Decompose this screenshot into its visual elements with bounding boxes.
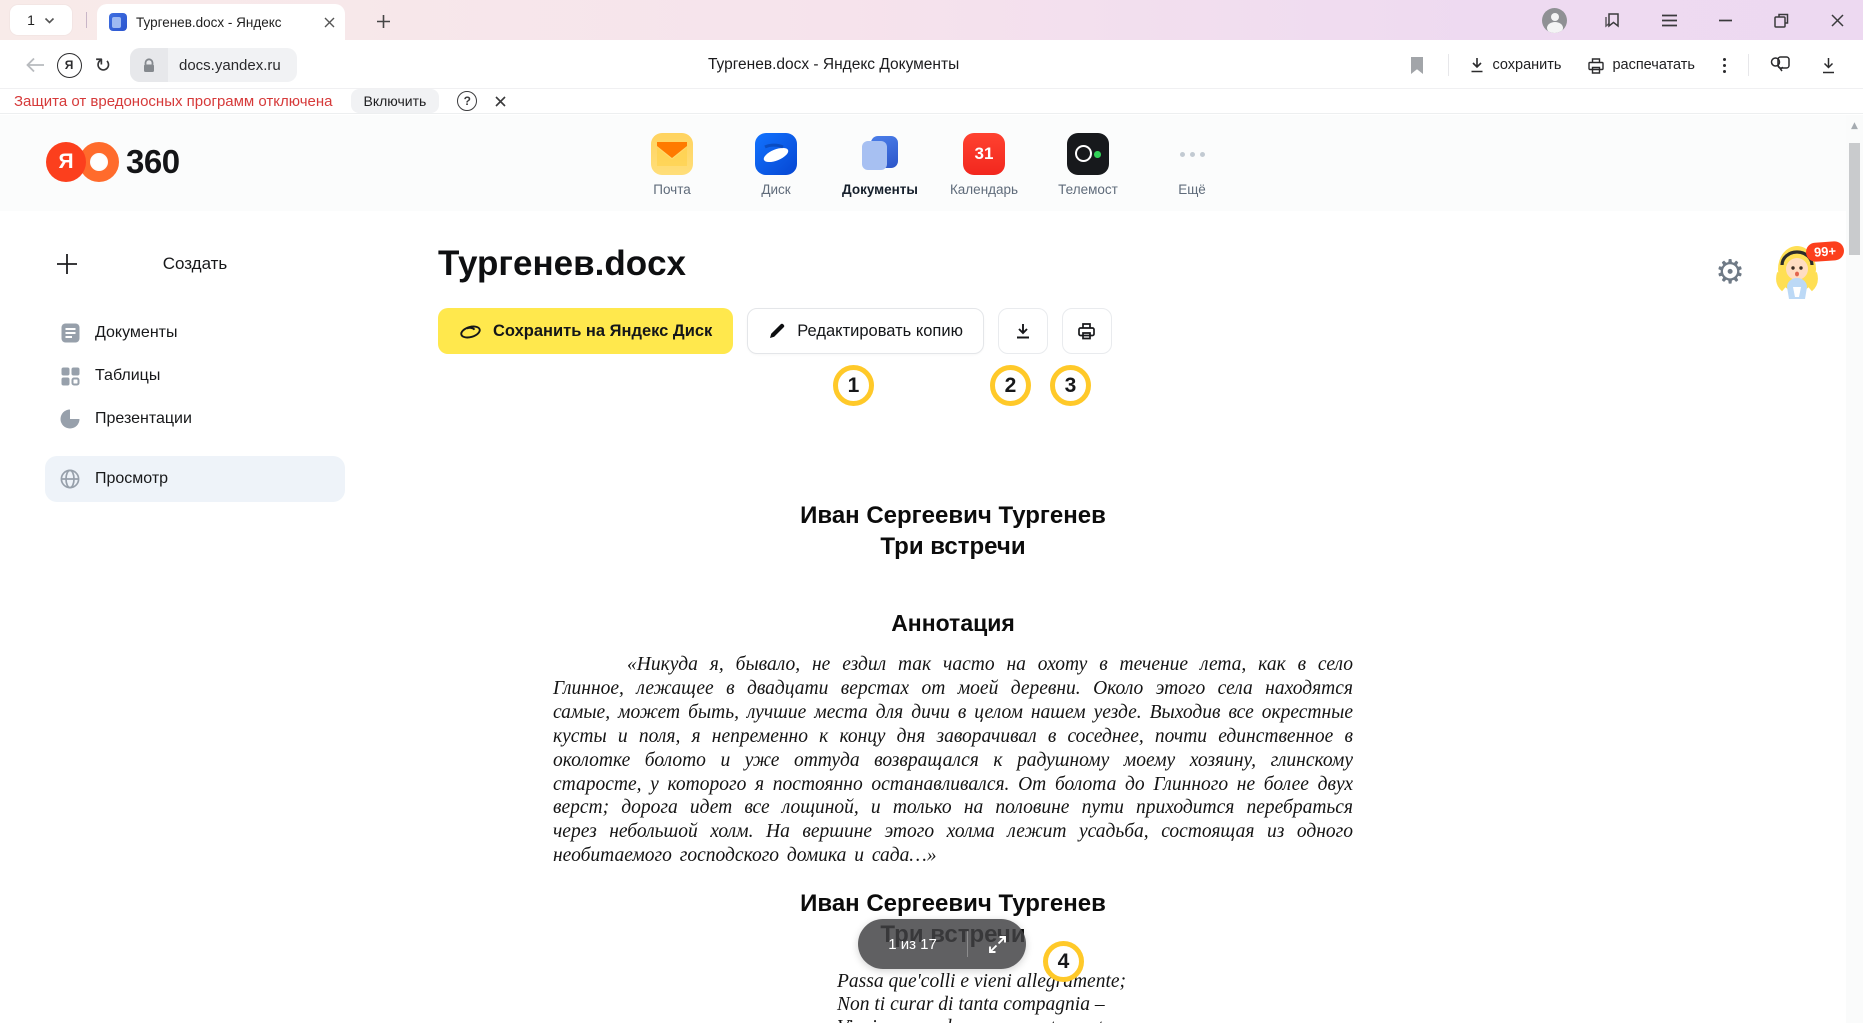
refresh-icon[interactable]: ↻ [86,48,120,82]
app-disk[interactable]: Диск [744,133,808,197]
yandex-browser-icon[interactable]: Я [52,48,86,82]
sidebar-item-presentations[interactable]: Презентации [45,399,345,439]
disk-saucer-icon [459,321,482,341]
app-calendar[interactable]: 31 Календарь [952,133,1016,197]
pencil-icon [768,322,786,340]
print-document-button[interactable] [1062,308,1112,354]
more-options-icon[interactable] [1715,54,1734,77]
divider [86,12,87,28]
tab-strip: 1 Тургенев.docx - Яндекс [0,0,1863,40]
yandex360-header: Я 360 Почта Диск Документы [0,115,1846,211]
back-icon[interactable] [18,48,52,82]
app-more[interactable]: Ещё [1160,133,1224,197]
disk-icon [755,133,797,175]
grid-icon [59,367,81,386]
calendar-icon: 31 [963,133,1005,175]
passwords-key-icon[interactable] [1763,48,1797,82]
document-actions: Сохранить на Яндекс Диск Редактировать к… [438,308,1112,354]
help-icon[interactable]: ? [457,91,477,111]
sidebar-item-view[interactable]: Просмотр [45,456,345,502]
document-file-title: Тургенев.docx [438,244,686,284]
close-window-button[interactable] [1827,10,1847,30]
save-page-button[interactable]: сохранить [1463,52,1567,78]
app-switcher: Почта Диск Документы 31 Календарь [640,133,1224,197]
browser-profile-avatar[interactable] [1542,8,1567,33]
scroll-up-icon[interactable]: ▲ [1846,121,1863,131]
menu-icon[interactable] [1659,10,1679,30]
page-indicator: 1 из 17 [858,919,1026,969]
settings-gear-icon[interactable]: ⚙ [1710,251,1750,291]
scrollbar-thumb[interactable] [1849,143,1860,255]
browser-tab[interactable]: Тургенев.docx - Яндекс [97,4,345,40]
sidebar: Создать Документы Таблицы [45,243,345,502]
annotation-paragraph: «Никуда я, бывало, не ездил так часто на… [553,653,1353,868]
enable-protection-button[interactable]: Включить [351,89,440,113]
side-panels-icon[interactable] [1603,10,1623,30]
annotation-heading: Аннотация [553,608,1353,638]
page-number: 1 из 17 [858,936,967,953]
app-mail[interactable]: Почта [640,133,704,197]
annotation-badge-1: 1 [833,365,874,406]
document-author-heading: Иван Сергеевич Тургенев [553,500,1353,531]
epigraph-line: Non ti curar di tanta compagnia – [837,993,1353,1016]
warning-text: Защита от вредоносных программ отключена [14,93,333,110]
minimize-button[interactable] [1715,10,1735,30]
downloads-icon[interactable] [1811,48,1845,82]
annotation-badge-3: 3 [1050,365,1091,406]
epigraph-line: Passa que'colli e vieni allegramente; [837,970,1353,993]
pie-chart-icon [59,409,81,429]
documents-icon [859,133,901,175]
browser-window: 1 Тургенев.docx - Яндекс [0,0,1863,1023]
app-telemost[interactable]: Телемост [1056,133,1120,197]
document-title-heading: Три встречи [553,531,1353,562]
annotation-badge-4: 4 [1043,941,1084,982]
warning-close-icon[interactable] [495,96,506,107]
chevron-down-icon [44,17,55,24]
app-documents[interactable]: Документы [848,133,912,197]
protection-warning-bar: Защита от вредоносных программ отключена… [0,88,1863,114]
sidebar-item-tables[interactable]: Таблицы [45,356,345,396]
globe-icon [59,469,81,489]
document-favicon-icon [109,13,127,31]
fullscreen-expand-icon[interactable] [968,935,1026,954]
sidebar-item-documents[interactable]: Документы [45,313,345,353]
annotation-badge-2: 2 [990,365,1031,406]
tab-close-icon[interactable] [324,17,335,28]
epigraph-line: Vieni, pensando a me segretamente – [837,1016,1353,1023]
new-tab-button[interactable] [370,8,396,34]
divider [1448,54,1449,76]
print-page-button[interactable]: распечатать [1581,52,1701,79]
page-title: Тургенев.docx - Яндекс Документы [297,56,1401,74]
bookmark-icon[interactable] [1400,48,1434,82]
yandex360-logo[interactable]: Я 360 [46,142,180,182]
browser-toolbar: Я ↻ docs.yandex.ru Тургенев.docx - Яндек… [0,40,1863,90]
address-url: docs.yandex.ru [168,57,297,74]
address-bar[interactable]: docs.yandex.ru [130,48,297,82]
create-button[interactable]: Создать [45,243,345,285]
tab-count-menu[interactable]: 1 [10,5,72,35]
ellipsis-icon [1171,133,1213,175]
lock-icon[interactable] [130,48,168,82]
epigraph: Passa que'colli e vieni allegramente; No… [837,970,1353,1023]
tab-title: Тургенев.docx - Яндекс [136,15,315,30]
user-avatar[interactable]: 99+ [1772,243,1822,303]
save-to-disk-button[interactable]: Сохранить на Яндекс Диск [438,308,733,354]
notifications-badge: 99+ [1805,241,1844,263]
document-author-heading-2: Иван Сергеевич Тургенев [553,888,1353,919]
plus-icon [45,253,89,275]
tab-count: 1 [27,12,35,28]
printer-icon [1077,322,1096,340]
download-icon [1014,322,1032,340]
restore-button[interactable] [1771,10,1791,30]
divider [1748,54,1749,76]
telemost-icon [1067,133,1109,175]
document-icon [59,323,81,343]
edit-copy-button[interactable]: Редактировать копию [747,308,984,354]
page-scrollbar[interactable]: ▲ [1846,115,1863,1023]
mail-icon [651,133,693,175]
download-document-button[interactable] [998,308,1048,354]
